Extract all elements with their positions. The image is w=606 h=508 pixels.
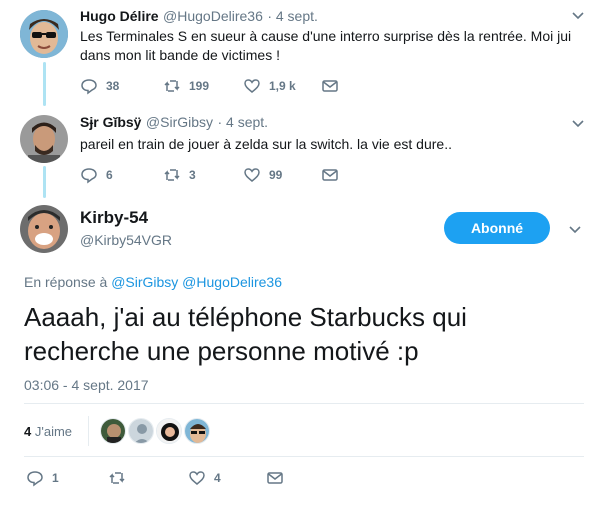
reply-count: 1 xyxy=(52,471,59,485)
reply-action[interactable]: 1 xyxy=(26,469,59,487)
retweet-icon xyxy=(164,169,180,181)
retweet-icon xyxy=(164,80,180,92)
retweet-action[interactable] xyxy=(108,469,134,487)
retweet-icon xyxy=(109,472,125,484)
like-count: 1,9 k xyxy=(269,79,296,93)
avatar[interactable] xyxy=(128,418,154,444)
likes-word: J'aime xyxy=(34,424,73,439)
author-name[interactable]: Hugo Délire xyxy=(80,8,159,24)
thread-line xyxy=(43,166,46,198)
message-icon xyxy=(267,472,283,484)
retweet-count: 199 xyxy=(189,79,210,93)
author-handle[interactable]: @HugoDelire36 xyxy=(163,8,263,24)
like-count: 4 xyxy=(214,471,221,485)
divider xyxy=(24,456,584,457)
chevron-down-icon[interactable] xyxy=(568,222,582,236)
like-action[interactable]: 99 xyxy=(243,166,282,184)
chevron-down-icon[interactable] xyxy=(571,8,585,22)
likes-summary[interactable]: 4 J'aime xyxy=(24,424,72,439)
author-handle[interactable]: @SirGibsy xyxy=(146,114,213,130)
tweet-text: pareil en train de jouer à zelda sur la … xyxy=(80,136,452,152)
author-name[interactable]: Kirby-54 xyxy=(80,208,148,228)
tweet-text: Les Terminales S en sueur à cause d'une … xyxy=(80,28,572,63)
reply-count: 6 xyxy=(106,168,113,182)
message-action[interactable] xyxy=(266,469,292,487)
message-action[interactable] xyxy=(321,166,347,184)
tweet-date[interactable]: · 4 sept. xyxy=(217,114,268,130)
avatar[interactable] xyxy=(20,10,68,58)
thread-line xyxy=(43,62,46,106)
retweet-action[interactable]: 3 xyxy=(163,166,196,184)
reply-context: En réponse à @SirGibsy @HugoDelire36 xyxy=(24,274,282,290)
author-name[interactable]: Sɉr Gĭbsÿ xyxy=(80,114,141,130)
message-action[interactable] xyxy=(321,77,347,95)
avatar[interactable] xyxy=(184,418,210,444)
tweet-timestamp[interactable]: 03:06 - 4 sept. 2017 xyxy=(24,377,149,393)
reply-icon xyxy=(81,79,97,95)
retweet-count: 3 xyxy=(189,168,196,182)
like-icon xyxy=(189,471,205,485)
tweet-date[interactable]: · 4 sept. xyxy=(267,8,318,24)
like-action[interactable]: 1,9 k xyxy=(243,77,296,95)
like-icon xyxy=(244,79,260,93)
reply-action[interactable]: 6 xyxy=(80,166,113,184)
reply-icon xyxy=(27,471,43,487)
like-icon xyxy=(244,168,260,182)
avatar[interactable] xyxy=(20,115,68,163)
retweet-action[interactable]: 199 xyxy=(163,77,209,95)
avatar[interactable] xyxy=(156,418,182,444)
reply-icon xyxy=(81,168,97,184)
like-count: 99 xyxy=(269,168,283,182)
tweet-text: Aaaah, j'ai au téléphone Starbucks qui r… xyxy=(24,302,467,366)
avatar[interactable] xyxy=(20,205,68,253)
avatar[interactable] xyxy=(100,418,126,444)
likes-count: 4 xyxy=(24,424,32,439)
reply-prefix: En réponse à xyxy=(24,274,108,290)
author-handle[interactable]: @Kirby54VGR xyxy=(80,232,172,248)
reply-users[interactable]: @SirGibsy @HugoDelire36 xyxy=(111,274,282,290)
message-icon xyxy=(322,80,338,92)
divider xyxy=(88,416,89,446)
reply-count: 38 xyxy=(106,79,120,93)
chevron-down-icon[interactable] xyxy=(571,116,585,130)
divider xyxy=(24,403,584,404)
follow-button[interactable]: Abonné xyxy=(444,212,550,244)
message-icon xyxy=(322,169,338,181)
like-action[interactable]: 4 xyxy=(188,469,221,487)
reply-action[interactable]: 38 xyxy=(80,77,119,95)
